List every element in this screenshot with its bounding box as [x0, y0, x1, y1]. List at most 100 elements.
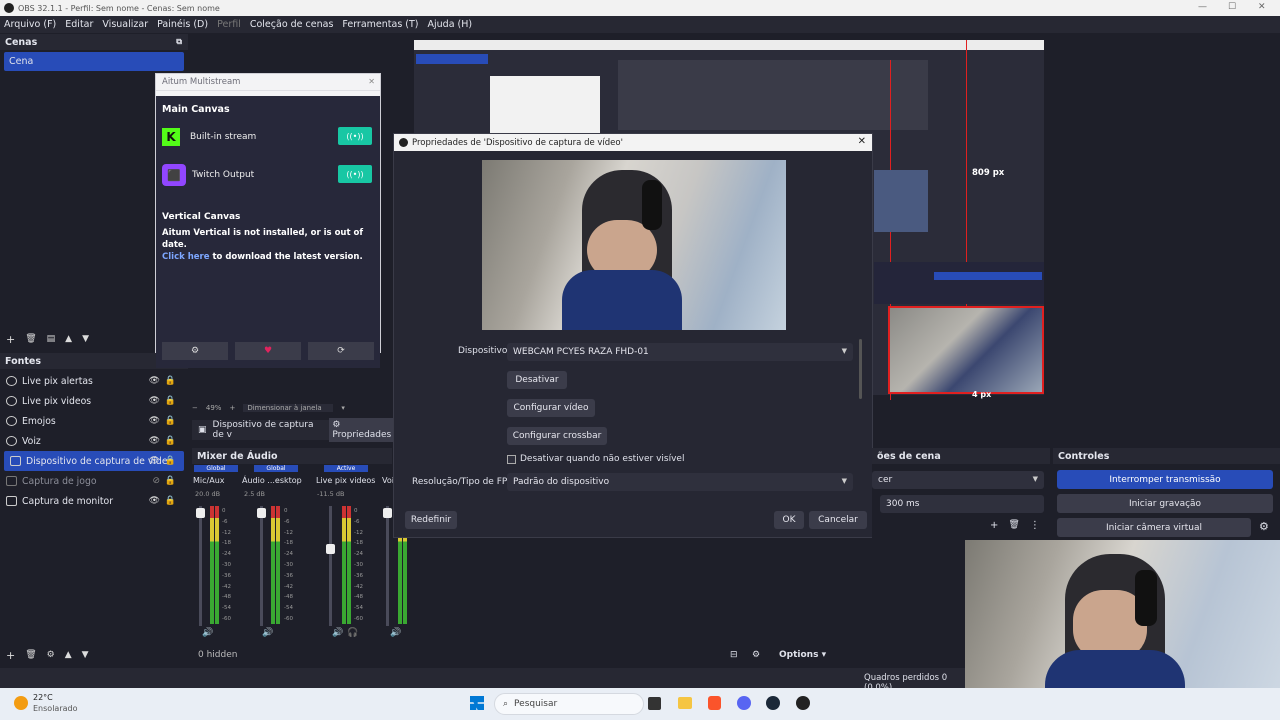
stream-toggle-button[interactable]: ((•))	[338, 165, 372, 183]
obs-taskbar-icon[interactable]	[796, 696, 810, 710]
menu-ferramentas[interactable]: Ferramentas (T)	[342, 19, 418, 30]
source-item[interactable]: Captura de jogo ⊘ 🔒	[0, 471, 188, 491]
cancel-button[interactable]: Cancelar	[809, 511, 867, 529]
options-button[interactable]: Options ▾	[779, 650, 826, 660]
stop-stream-button[interactable]: Interromper transmissão	[1057, 470, 1273, 489]
source-item-selected[interactable]: Dispositivo de captura de vídeo 👁 🔒	[4, 451, 184, 471]
remove-transition-icon[interactable]: 🗑	[1008, 520, 1019, 531]
visibility-icon[interactable]: 👁	[149, 436, 160, 446]
undock-icon[interactable]: ⧉	[176, 37, 182, 47]
lock-icon[interactable]: 🔒	[165, 396, 176, 406]
duration-spinbox[interactable]: 300 ms	[880, 495, 1044, 513]
weather-icon[interactable]	[14, 696, 28, 710]
file-explorer-icon[interactable]	[678, 697, 692, 709]
lock-icon[interactable]: 🔒	[165, 416, 176, 426]
lock-icon[interactable]: 🔒	[165, 376, 176, 386]
zoom-out-icon[interactable]: −	[192, 404, 198, 412]
lock-icon[interactable]: 🔒	[165, 496, 176, 506]
volume-fader[interactable]	[260, 506, 263, 626]
source-item[interactable]: Captura de monitor 👁 🔒	[0, 491, 188, 511]
menu-perfil[interactable]: Perfil	[217, 19, 241, 30]
speaker-icon[interactable]: 🔊	[262, 628, 273, 638]
menu-arquivo[interactable]: Arquivo (F)	[4, 19, 56, 30]
fader-handle[interactable]	[196, 508, 205, 518]
menu-paineis[interactable]: Painéis (D)	[157, 19, 208, 30]
volume-fader[interactable]	[329, 506, 332, 626]
close-icon[interactable]: ✕	[368, 77, 375, 86]
fader-handle[interactable]	[383, 508, 392, 518]
virtual-camera-settings-icon[interactable]: ⚙	[1259, 520, 1269, 533]
deactivate-checkbox-row[interactable]: Desativar quando não estiver visível	[507, 454, 684, 464]
visibility-icon[interactable]: 👁	[149, 396, 160, 406]
move-up-icon[interactable]: ▲	[65, 334, 72, 344]
hidden-icon[interactable]: ⊘	[152, 476, 160, 486]
task-view-icon[interactable]	[648, 697, 661, 710]
lock-icon[interactable]: 🔒	[165, 456, 176, 466]
move-up-icon[interactable]: ▲	[65, 650, 72, 660]
steam-icon[interactable]	[766, 696, 780, 710]
source-item[interactable]: Live pix videos 👁 🔒	[0, 391, 188, 411]
volume-fader[interactable]	[199, 506, 202, 626]
refresh-icon[interactable]: ⟳	[308, 342, 374, 360]
menu-editar[interactable]: Editar	[65, 19, 93, 30]
scrollbar[interactable]	[859, 339, 862, 399]
remove-scene-icon[interactable]: 🗑	[25, 334, 36, 344]
visibility-icon[interactable]: 👁	[149, 456, 160, 466]
ok-button[interactable]: OK	[774, 511, 804, 529]
transition-select[interactable]: cer ▼	[872, 471, 1044, 489]
fader-handle[interactable]	[257, 508, 266, 518]
visibility-icon[interactable]: 👁	[149, 416, 160, 426]
reset-button[interactable]: Redefinir	[405, 511, 457, 529]
lock-icon[interactable]: 🔒	[165, 476, 176, 486]
lock-icon[interactable]: 🔒	[165, 436, 176, 446]
scene-filter-icon[interactable]: ▤	[47, 334, 56, 344]
download-link[interactable]: Click here	[162, 252, 210, 262]
discord-icon[interactable]	[737, 696, 751, 710]
configure-crossbar-button[interactable]: Configurar crossbar	[507, 427, 607, 445]
add-scene-icon[interactable]: +	[6, 333, 15, 346]
checkbox[interactable]	[507, 454, 516, 464]
volume-fader[interactable]	[386, 506, 389, 626]
more-options-icon[interactable]: ⋮	[1030, 520, 1040, 531]
menu-colecao[interactable]: Coleção de cenas	[250, 19, 334, 30]
stream-toggle-button[interactable]: ((•))	[338, 127, 372, 145]
visibility-icon[interactable]: 👁	[149, 496, 160, 506]
start-virtual-camera-button[interactable]: Iniciar câmera virtual	[1057, 518, 1251, 537]
add-source-icon[interactable]: +	[6, 649, 15, 662]
start-menu-icon[interactable]	[470, 696, 484, 710]
speaker-icon[interactable]: 🔊	[202, 628, 213, 638]
headphones-icon[interactable]: 🎧	[347, 628, 358, 638]
disable-button[interactable]: Desativar	[507, 371, 567, 389]
speaker-icon[interactable]: 🔊	[390, 628, 401, 638]
properties-button[interactable]: ⚙ Propriedades	[329, 418, 397, 442]
gear-icon[interactable]: ⚙	[47, 650, 55, 660]
fader-handle[interactable]	[326, 544, 335, 554]
taskbar-search[interactable]: ⌕ Pesquisar	[494, 693, 644, 715]
fps-select[interactable]: Padrão do dispositivo ▼	[507, 473, 853, 491]
settings-gear-icon[interactable]: ⚙	[162, 342, 228, 360]
move-down-icon[interactable]: ▼	[82, 650, 89, 660]
zoom-mode-select[interactable]: Dimensionar à janela	[243, 404, 334, 412]
maximize-icon[interactable]: ☐	[1228, 2, 1236, 12]
zoom-in-icon[interactable]: +	[229, 404, 235, 412]
layout-icon[interactable]: ⊟	[730, 650, 738, 660]
webcam-source-selected[interactable]	[888, 306, 1044, 394]
start-recording-button[interactable]: Iniciar gravação	[1057, 494, 1273, 513]
source-item[interactable]: Emojos 👁 🔒	[0, 411, 188, 431]
link-icon[interactable]: ⚙	[752, 650, 760, 660]
minimize-icon[interactable]: —	[1198, 2, 1207, 12]
visibility-icon[interactable]: 👁	[149, 376, 160, 386]
heart-icon[interactable]: ♥	[235, 342, 301, 360]
remove-source-icon[interactable]: 🗑	[25, 650, 36, 660]
brave-browser-icon[interactable]	[708, 696, 721, 710]
speaker-icon[interactable]: 🔊	[332, 628, 343, 638]
configure-video-button[interactable]: Configurar vídeo	[507, 399, 595, 417]
source-item[interactable]: Live pix alertas 👁 🔒	[0, 371, 188, 391]
close-window-icon[interactable]: ✕	[1258, 2, 1266, 12]
menu-visualizar[interactable]: Visualizar	[102, 19, 148, 30]
device-select[interactable]: WEBCAM PCYES RAZA FHD-01 ▼	[507, 343, 853, 361]
move-down-icon[interactable]: ▼	[82, 334, 89, 344]
close-icon[interactable]: ✕	[858, 136, 866, 147]
scene-item[interactable]: Cena	[4, 52, 184, 71]
add-transition-icon[interactable]: +	[990, 520, 998, 531]
